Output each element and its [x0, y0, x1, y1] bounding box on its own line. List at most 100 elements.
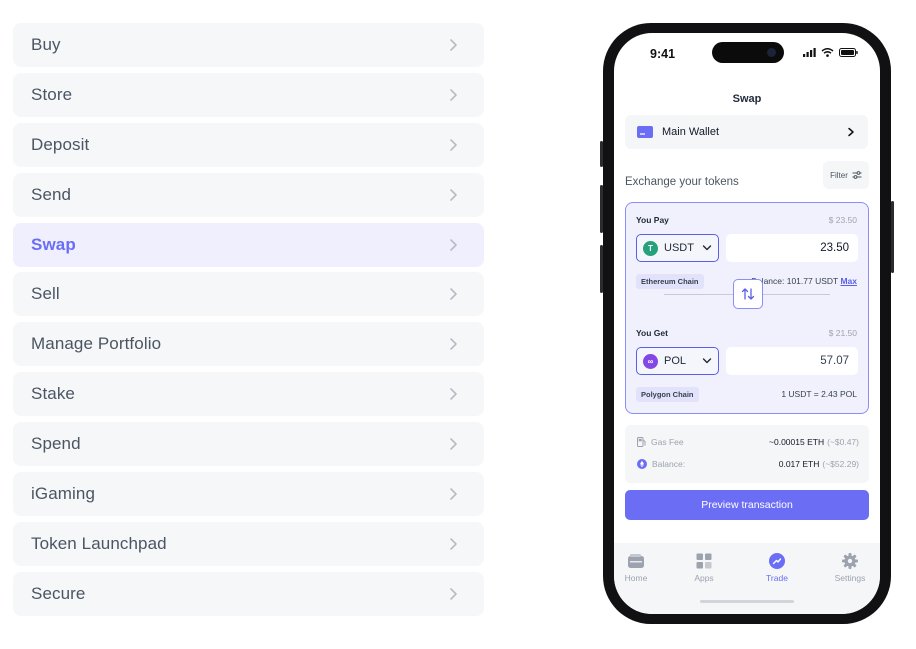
menu-item-label: Stake	[31, 384, 75, 404]
eth-balance-row: Balance: 0.017 ETH (~$52.29)	[637, 457, 859, 471]
filter-label: Filter	[830, 170, 848, 180]
status-time: 9:41	[650, 47, 676, 61]
camera-icon	[767, 48, 776, 57]
polygon-icon: ∞	[643, 353, 658, 369]
menu-item-stake[interactable]: Stake	[13, 372, 484, 417]
tab-apps-label: Apps	[694, 573, 714, 583]
wallet-selector[interactable]: Main Wallet	[625, 115, 868, 149]
pay-balance: Balance: 101.77 USDT Max	[751, 276, 857, 286]
feature-menu: Buy Store Deposit Send Swap Sell Manage …	[13, 23, 484, 622]
chevron-right-icon	[450, 188, 457, 201]
gas-fee-value: ~0.00015 ETH	[769, 437, 825, 447]
chevron-right-icon	[450, 238, 457, 251]
battery-icon	[839, 48, 858, 57]
status-bar: 9:41	[614, 33, 880, 75]
chevron-down-icon	[702, 245, 712, 251]
ethereum-icon	[637, 459, 647, 469]
menu-item-token-launchpad[interactable]: Token Launchpad	[13, 521, 484, 566]
tab-settings-label: Settings	[834, 573, 866, 583]
page-title: Swap	[732, 93, 762, 105]
get-usd-value: $ 21.50	[828, 328, 857, 338]
tab-trade[interactable]: Trade	[752, 553, 802, 583]
signal-icon	[803, 48, 816, 57]
tether-icon: T	[643, 240, 658, 256]
chevron-right-icon	[450, 89, 457, 101]
menu-item-label: Spend	[31, 434, 81, 454]
chevron-down-icon	[702, 358, 712, 364]
menu-item-buy[interactable]: Buy	[13, 23, 484, 67]
chevron-right-icon	[450, 338, 457, 351]
gear-icon	[842, 553, 858, 569]
eth-balance-usd: (~$52.29)	[822, 459, 859, 469]
max-button[interactable]: Max	[840, 276, 857, 286]
chevron-right-icon	[450, 538, 457, 550]
chevron-right-icon	[450, 39, 457, 51]
phone-side-button	[600, 185, 603, 233]
get-token-select[interactable]: ∞ POL	[636, 347, 719, 375]
wallet-label: Main Wallet	[662, 126, 720, 138]
you-get-label: You Get	[636, 328, 668, 338]
tab-settings[interactable]: Settings	[825, 553, 875, 583]
phone-side-button	[891, 201, 894, 273]
gas-fee-usd: (~$0.47)	[827, 437, 859, 447]
menu-item-label: Send	[31, 184, 72, 204]
exchange-heading: Exchange your tokens	[625, 176, 739, 188]
tab-home-label: Home	[624, 573, 648, 583]
dynamic-island	[712, 42, 784, 63]
gas-fee-label: Gas Fee	[651, 437, 684, 447]
chevron-right-icon	[450, 587, 457, 600]
swap-direction-button[interactable]	[733, 279, 763, 309]
tab-home[interactable]: Home	[614, 553, 661, 583]
fee-summary: Gas Fee ~0.00015 ETH (~$0.47) Balance: 0…	[625, 425, 869, 483]
gas-fee-row: Gas Fee ~0.00015 ETH (~$0.47)	[637, 435, 859, 449]
pay-chain-badge: Ethereum Chain	[636, 274, 704, 289]
trade-icon	[769, 553, 785, 569]
menu-item-secure[interactable]: Secure	[13, 571, 484, 616]
phone-screen: 9:41 Swap Main Wallet Exchange your toke…	[614, 33, 880, 614]
menu-item-deposit[interactable]: Deposit	[13, 122, 484, 167]
pay-token-select[interactable]: T USDT	[636, 234, 719, 262]
chevron-right-icon	[450, 488, 457, 500]
menu-item-label: Manage Portfolio	[31, 334, 162, 354]
balance-label: Balance:	[652, 459, 686, 469]
menu-item-swap[interactable]: Swap	[13, 222, 484, 267]
wallet-icon	[628, 554, 644, 568]
menu-item-label: Store	[31, 84, 73, 104]
exchange-rate: 1 USDT = 2.43 POL	[781, 389, 857, 399]
phone-side-button	[600, 245, 603, 293]
you-pay-label: You Pay	[636, 215, 669, 225]
menu-item-igaming[interactable]: iGaming	[13, 472, 484, 517]
menu-item-label: Token Launchpad	[31, 533, 167, 553]
chevron-right-icon	[450, 138, 457, 151]
chevron-right-icon	[450, 288, 457, 301]
menu-item-label: Swap	[31, 234, 76, 254]
get-amount-field: 57.07	[726, 347, 858, 375]
apps-grid-icon	[696, 553, 712, 569]
wifi-icon	[821, 48, 834, 57]
get-chain-badge: Polygon Chain	[636, 387, 699, 402]
menu-item-spend[interactable]: Spend	[13, 422, 484, 467]
menu-item-send[interactable]: Send	[13, 172, 484, 217]
wallet-icon	[637, 126, 653, 138]
home-indicator	[700, 600, 794, 603]
chevron-right-icon	[450, 388, 457, 401]
get-token-name: POL	[664, 355, 687, 367]
tab-trade-label: Trade	[766, 573, 788, 583]
filter-button[interactable]: Filter	[823, 161, 869, 189]
menu-item-sell[interactable]: Sell	[13, 272, 484, 317]
sliders-icon	[852, 171, 862, 179]
tab-apps[interactable]: Apps	[679, 553, 729, 583]
chevron-right-icon	[848, 127, 854, 137]
preview-transaction-button[interactable]: Preview transaction	[625, 490, 869, 520]
menu-item-store[interactable]: Store	[13, 72, 484, 117]
chevron-right-icon	[450, 438, 457, 450]
phone-side-button	[600, 141, 603, 167]
pay-amount-input[interactable]: 23.50	[726, 234, 858, 262]
menu-item-label: Deposit	[31, 134, 90, 154]
bottom-tab-bar: Home Apps Trade Settings	[614, 543, 880, 614]
menu-item-manage-portfolio[interactable]: Manage Portfolio	[13, 322, 484, 367]
phone-frame: 9:41 Swap Main Wallet Exchange your toke…	[600, 23, 894, 624]
eth-balance-value: 0.017 ETH	[778, 459, 820, 469]
pay-usd-value: $ 23.50	[828, 215, 857, 225]
gas-pump-icon	[637, 437, 646, 447]
